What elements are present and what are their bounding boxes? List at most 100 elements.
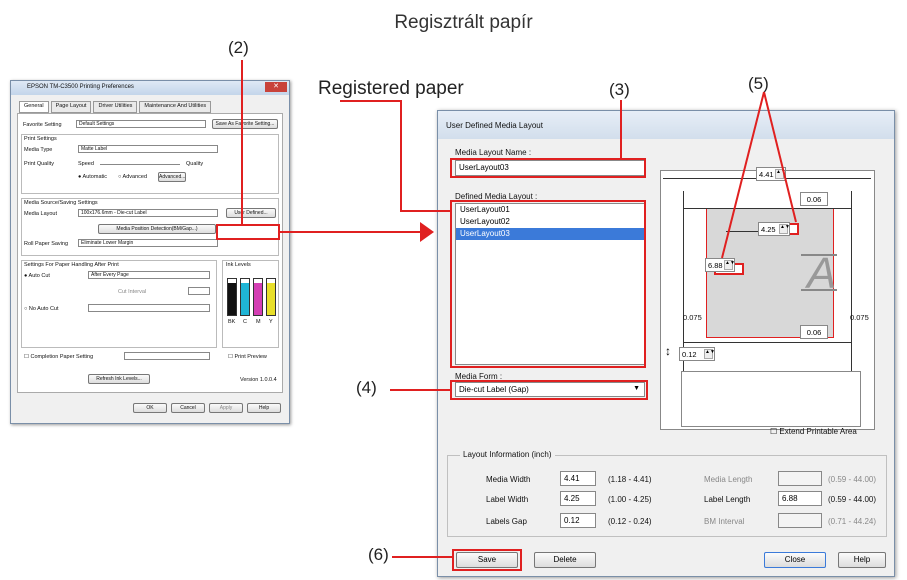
gap-arrow-icon: ↕: [665, 344, 671, 358]
completion-paper-checkbox[interactable]: ☐ Completion Paper Setting: [24, 354, 93, 360]
label-length-field[interactable]: 6.88: [778, 491, 822, 506]
favorite-select[interactable]: Default Settings: [76, 120, 206, 128]
bm-interval-field[interactable]: [778, 513, 822, 528]
refresh-ink-button[interactable]: Refresh Ink Levels...: [88, 374, 150, 384]
user-defined-button[interactable]: User Defined...: [226, 208, 276, 218]
labels-gap-label: Labels Gap: [486, 517, 527, 526]
label-length-range: (0.59 - 44.00): [828, 495, 877, 504]
label-width-field[interactable]: 4.25: [560, 491, 596, 506]
arrow-line: [280, 231, 420, 233]
automatic-radio[interactable]: ● Automatic: [78, 174, 107, 180]
dialog-title: User Defined Media Layout: [438, 111, 894, 139]
print-preview-checkbox[interactable]: ☐ Print Preview: [228, 354, 267, 360]
cut-settings-label: Settings For Paper Handling After Print: [24, 262, 119, 268]
general-panel: Favorite Setting Default Settings Save A…: [17, 113, 283, 393]
auto-cut-label: Auto Cut: [28, 273, 50, 279]
completion-paper-select[interactable]: [124, 352, 210, 360]
auto-cut-radio[interactable]: ● Auto Cut: [24, 273, 50, 279]
label-width-range: (1.00 - 4.25): [608, 495, 652, 504]
callout-line-4: [390, 389, 450, 391]
media-layout-label: Media Layout: [24, 211, 58, 217]
label-length-label: Label Length: [704, 495, 751, 504]
roll-paper-select[interactable]: Eliminate Lower Margin: [78, 239, 218, 247]
close-dialog-button[interactable]: Close: [764, 552, 826, 568]
caption: Regisztrált papír: [394, 12, 533, 33]
extend-printable-label: Extend Printable Area: [779, 427, 857, 436]
labels-gap-range: (0.12 - 0.24): [608, 517, 652, 526]
gap-spin-value: 0.12: [682, 350, 697, 359]
ink-magenta: [253, 278, 263, 316]
registered-line-top: [340, 100, 402, 102]
highlight-layout-name: [450, 158, 646, 178]
advanced-radio[interactable]: ○ Advanced: [118, 174, 147, 180]
favorite-label: Favorite Setting: [23, 122, 62, 128]
registered-paper-label: Registered paper: [318, 78, 464, 99]
ink-black: [227, 278, 237, 316]
media-width-range: (1.18 - 4.41): [608, 475, 652, 484]
media-layout-select[interactable]: 100x176.6mm - Die-cut Label: [78, 209, 218, 217]
ink-label-y: Y: [269, 319, 273, 325]
ink-label-c: C: [243, 319, 247, 325]
bm-interval-range: (0.71 - 44.24): [828, 517, 877, 526]
media-length-field[interactable]: [778, 471, 822, 486]
bm-interval-label: BM Interval: [704, 517, 745, 526]
extend-printable-checkbox[interactable]: ☐ Extend Printable Area: [770, 427, 857, 436]
bottom-margin-field[interactable]: 0.06: [800, 325, 828, 339]
delete-button[interactable]: Delete: [534, 552, 596, 568]
layout-name-label: Media Layout Name :: [455, 148, 532, 157]
callout-line-6: [392, 556, 452, 558]
callout-line-3: [620, 100, 622, 158]
highlight-defined-list: [450, 200, 646, 368]
media-type-select[interactable]: Matte Label: [78, 145, 218, 153]
save-favorite-button[interactable]: Save As Favorite Setting...: [212, 119, 278, 129]
cut-interval-field[interactable]: [188, 287, 210, 295]
highlight-user-defined: [216, 224, 280, 240]
advanced-label: Advanced: [122, 174, 148, 180]
arrow-head-icon: [420, 222, 434, 242]
gap-spin[interactable]: 0.12 ▲▼: [679, 347, 715, 361]
media-source-label: Media Source/Saving Settings: [24, 200, 98, 206]
callout-line-5a: [721, 91, 765, 259]
callout-lines-5: [721, 91, 797, 259]
apply-button[interactable]: Apply: [209, 403, 243, 413]
callout-6: (6): [368, 545, 389, 564]
bottom-margin-line: [683, 342, 851, 343]
spin-arrows-icon[interactable]: ▲▼: [704, 349, 715, 359]
ink-yellow: [266, 278, 276, 316]
no-auto-cut-select[interactable]: [88, 304, 210, 312]
callout-4: (4): [356, 378, 377, 397]
next-label-sheet: [681, 371, 861, 427]
no-auto-cut-radio[interactable]: ○ No Auto Cut: [24, 306, 59, 312]
labels-gap-field[interactable]: 0.12: [560, 513, 596, 528]
help-dialog-button[interactable]: Help: [838, 552, 886, 568]
media-length-label: Media Length: [704, 475, 753, 484]
registered-line-h: [400, 210, 450, 212]
highlight-media-form: [450, 380, 648, 400]
right-margin-value: 0.075: [850, 313, 869, 322]
layout-info-label: Layout Information (inch): [460, 450, 555, 459]
version-label: Version 1.0.0.4: [240, 377, 277, 383]
tab-page-layout[interactable]: Page Layout: [50, 101, 92, 113]
callout-line-2: [241, 60, 243, 224]
window-titlebar: EPSON TM-C3500 Printing Preferences ✕: [11, 81, 289, 95]
label-width-label: Label Width: [486, 495, 529, 504]
completion-paper-label: Completion Paper Setting: [30, 354, 94, 360]
media-width-field[interactable]: 4.41: [560, 471, 596, 486]
ok-button[interactable]: OK: [133, 403, 167, 413]
quality-slider[interactable]: [100, 164, 180, 165]
cancel-button[interactable]: Cancel: [171, 403, 205, 413]
auto-cut-select[interactable]: After Every Page: [88, 271, 210, 279]
print-preview-label: Print Preview: [234, 354, 267, 360]
right-edge-line: [851, 191, 852, 381]
tab-general[interactable]: General: [19, 101, 49, 113]
media-length-range: (0.59 - 44.00): [828, 475, 877, 484]
advanced-button[interactable]: Advanced...: [158, 172, 186, 182]
help-button[interactable]: Help: [247, 403, 281, 413]
tab-maintenance[interactable]: Maintenance And Utilities: [139, 101, 212, 113]
media-detection-button[interactable]: Media Position Detection(BM/Gap...): [98, 224, 216, 234]
printing-preferences-window: EPSON TM-C3500 Printing Preferences ✕ Ge…: [10, 80, 290, 424]
no-auto-cut-label: No Auto Cut: [28, 306, 59, 312]
print-quality-label: Print Quality: [24, 161, 54, 167]
close-button[interactable]: ✕: [265, 82, 287, 92]
tab-driver-utilities[interactable]: Driver Utilities: [93, 101, 138, 113]
